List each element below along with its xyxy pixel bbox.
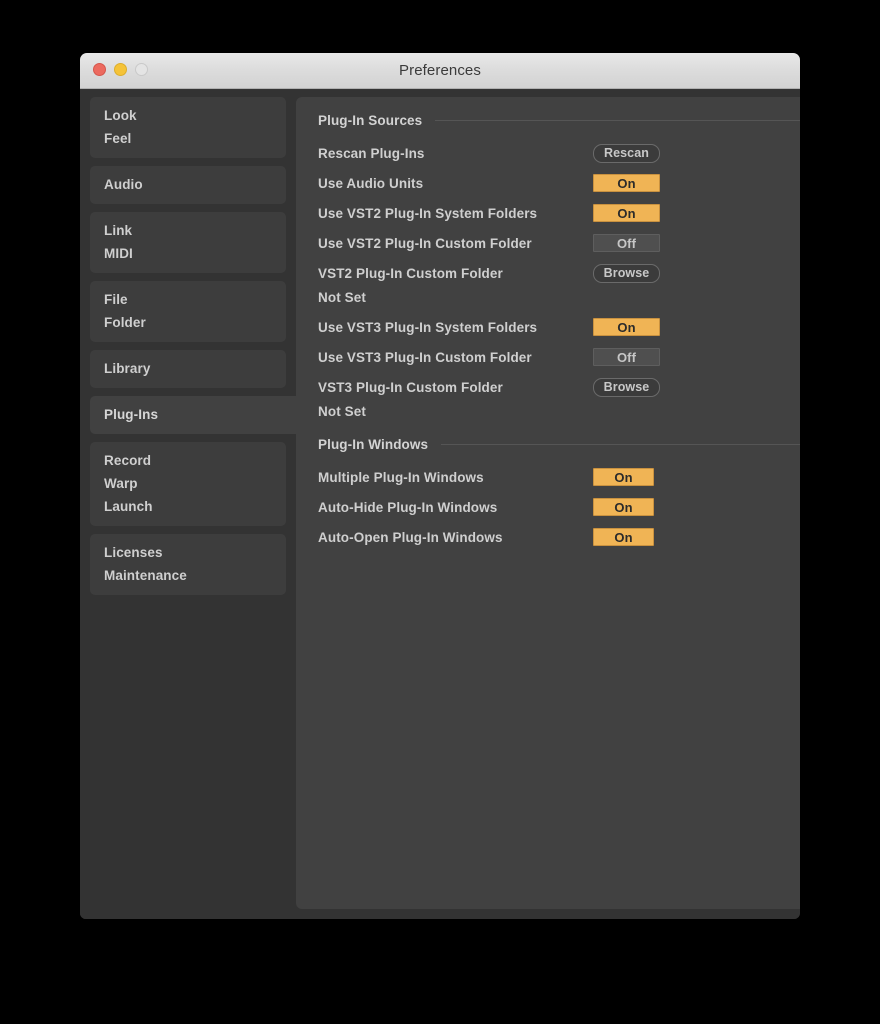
control-slot: Off bbox=[593, 347, 660, 367]
sidebar-item-look[interactable]: Look bbox=[90, 104, 286, 127]
sidebar-group-file-folder: File Folder bbox=[90, 281, 286, 342]
control-slot: Off bbox=[593, 233, 660, 253]
sidebar-group-look-feel: Look Feel bbox=[90, 97, 286, 158]
header-gap bbox=[296, 453, 800, 462]
toggle-multiple-plug-in-windows[interactable]: On bbox=[593, 467, 654, 486]
setting-value-vst3-custom-folder: Not Set bbox=[318, 404, 366, 419]
setting-label-use-vst3-custom-folder: Use VST3 Plug-In Custom Folder bbox=[318, 349, 532, 365]
header-gap bbox=[296, 129, 800, 138]
control-slot: Browse bbox=[593, 377, 660, 397]
setting-row-auto-open-plug-in-windows: Auto-Open Plug-In Windows On bbox=[318, 522, 800, 552]
section-rows-plug-in-sources: Rescan Plug-Ins Rescan Use Audio Units On Us… bbox=[296, 138, 800, 426]
preferences-sidebar: Look Feel Audio Link MIDI File Folder Library Pl… bbox=[80, 89, 296, 919]
sidebar-item-feel[interactable]: Feel bbox=[90, 127, 286, 150]
setting-label-use-vst2-custom-folder: Use VST2 Plug-In Custom Folder bbox=[318, 235, 532, 251]
control-slot: Browse bbox=[593, 263, 660, 283]
section-rows-plug-in-windows: Multiple Plug-In Windows On Auto-Hide Plug… bbox=[296, 462, 800, 552]
section-divider bbox=[435, 119, 800, 121]
toggle-use-vst3-custom-folder[interactable]: Off bbox=[593, 347, 660, 366]
sidebar-group-licenses-maintenance: Licenses Maintenance bbox=[90, 534, 286, 595]
control-slot: On bbox=[593, 497, 654, 517]
setting-row-auto-hide-plug-in-windows: Auto-Hide Plug-In Windows On bbox=[318, 492, 800, 522]
setting-row-use-vst2-system-folders: Use VST2 Plug-In System Folders On bbox=[318, 198, 800, 228]
section-title: Plug-In Windows bbox=[318, 436, 429, 452]
control-slot: On bbox=[593, 317, 660, 337]
control-slot: On bbox=[593, 203, 660, 223]
setting-row-use-vst3-system-folders: Use VST3 Plug-In System Folders On bbox=[318, 312, 800, 342]
sidebar-item-record[interactable]: Record bbox=[90, 449, 286, 472]
control-slot: On bbox=[593, 173, 660, 193]
window-body: Look Feel Audio Link MIDI File Folder Library Pl… bbox=[80, 89, 800, 919]
sidebar-item-midi[interactable]: MIDI bbox=[90, 242, 286, 265]
setting-row-multiple-plug-in-windows: Multiple Plug-In Windows On bbox=[318, 462, 800, 492]
window-title: Preferences bbox=[399, 62, 481, 79]
sidebar-item-file[interactable]: File bbox=[90, 288, 286, 311]
control-slot: Rescan bbox=[593, 143, 660, 163]
browse-button-vst3-custom-folder[interactable]: Browse bbox=[593, 377, 660, 397]
section-title: Plug-In Sources bbox=[318, 112, 423, 128]
preferences-content-panel: Plug-In Sources Rescan Plug-Ins Rescan Use … bbox=[296, 97, 800, 909]
setting-label-multiple-plug-in-windows: Multiple Plug-In Windows bbox=[318, 469, 484, 485]
toggle-auto-hide-plug-in-windows[interactable]: On bbox=[593, 497, 654, 516]
browse-button-vst2-custom-folder[interactable]: Browse bbox=[593, 263, 660, 283]
sidebar-group-link-midi: Link MIDI bbox=[90, 212, 286, 273]
sidebar-item-link[interactable]: Link bbox=[90, 219, 286, 242]
sidebar-item-launch[interactable]: Launch bbox=[90, 495, 286, 518]
setting-label-use-vst3-system-folders: Use VST3 Plug-In System Folders bbox=[318, 319, 538, 335]
setting-label-vst2-custom-folder: VST2 Plug-In Custom Folder bbox=[318, 265, 503, 281]
setting-label-auto-open-plug-in-windows: Auto-Open Plug-In Windows bbox=[318, 529, 503, 545]
rescan-button-rescan-plug-ins[interactable]: Rescan bbox=[593, 143, 660, 163]
toggle-auto-open-plug-in-windows[interactable]: On bbox=[593, 527, 654, 546]
setting-label-auto-hide-plug-in-windows: Auto-Hide Plug-In Windows bbox=[318, 499, 498, 515]
sidebar-item-audio[interactable]: Audio bbox=[90, 173, 286, 196]
sidebar-item-library[interactable]: Library bbox=[90, 357, 286, 380]
control-slot: On bbox=[593, 467, 654, 487]
toggle-use-vst3-system-folders[interactable]: On bbox=[593, 317, 660, 336]
sidebar-group-library: Library bbox=[90, 350, 286, 388]
setting-label-use-vst2-system-folders: Use VST2 Plug-In System Folders bbox=[318, 205, 538, 221]
sidebar-item-plug-ins[interactable]: Plug-Ins bbox=[90, 403, 286, 426]
preferences-window: Preferences Look Feel Audio Link MIDI File Fol… bbox=[80, 53, 800, 919]
sidebar-item-licenses[interactable]: Licenses bbox=[90, 541, 286, 564]
sidebar-group-plug-ins: Plug-Ins bbox=[90, 396, 296, 434]
toggle-use-audio-units[interactable]: On bbox=[593, 173, 660, 192]
section-header-plug-in-sources: Plug-In Sources bbox=[296, 111, 800, 129]
setting-label-use-audio-units: Use Audio Units bbox=[318, 175, 424, 191]
setting-row-use-vst3-custom-folder: Use VST3 Plug-In Custom Folder Off bbox=[318, 342, 800, 372]
setting-value-vst2-custom-folder: Not Set bbox=[318, 290, 366, 305]
sidebar-item-folder[interactable]: Folder bbox=[90, 311, 286, 334]
window-titlebar: Preferences bbox=[80, 53, 800, 89]
sidebar-item-warp[interactable]: Warp bbox=[90, 472, 286, 495]
section-divider bbox=[441, 443, 800, 445]
sidebar-group-record-warp-launch: Record Warp Launch bbox=[90, 442, 286, 526]
section-header-plug-in-windows: Plug-In Windows bbox=[296, 435, 800, 453]
toggle-use-vst2-system-folders[interactable]: On bbox=[593, 203, 660, 222]
setting-row-use-vst2-custom-folder: Use VST2 Plug-In Custom Folder Off bbox=[318, 228, 800, 258]
setting-row-vst3-custom-folder: VST3 Plug-In Custom Folder Browse bbox=[318, 372, 800, 402]
setting-label-vst3-custom-folder: VST3 Plug-In Custom Folder bbox=[318, 379, 503, 395]
control-slot: On bbox=[593, 527, 654, 547]
setting-row-rescan-plug-ins: Rescan Plug-Ins Rescan bbox=[318, 138, 800, 168]
setting-row-vst2-custom-folder: VST2 Plug-In Custom Folder Browse bbox=[318, 258, 800, 288]
sidebar-item-maintenance[interactable]: Maintenance bbox=[90, 564, 286, 587]
toggle-use-vst2-custom-folder[interactable]: Off bbox=[593, 233, 660, 252]
sidebar-group-audio: Audio bbox=[90, 166, 286, 204]
setting-row-use-audio-units: Use Audio Units On bbox=[318, 168, 800, 198]
setting-label-rescan-plug-ins: Rescan Plug-Ins bbox=[318, 145, 425, 161]
